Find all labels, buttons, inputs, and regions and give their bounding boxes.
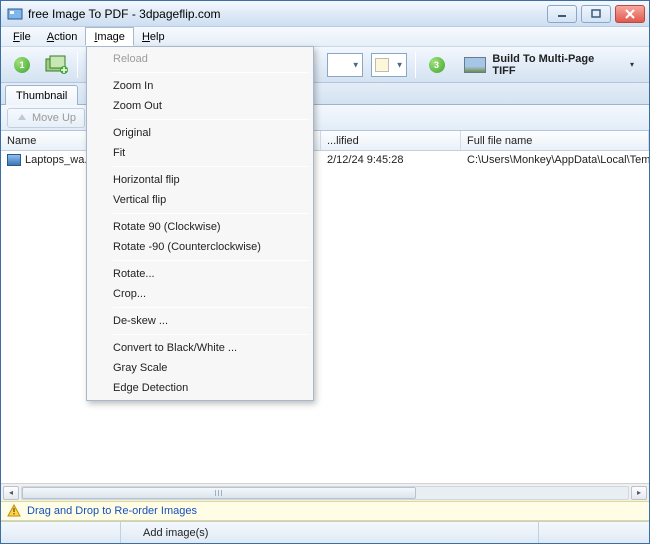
app-icon: [7, 6, 23, 22]
add-image-button[interactable]: [43, 52, 69, 78]
menu-separator: [113, 72, 309, 73]
menu-edge[interactable]: Edge Detection: [89, 378, 311, 398]
color-combo[interactable]: ▼: [371, 53, 407, 77]
menu-hflip[interactable]: Horizontal flip: [89, 170, 311, 190]
window-buttons: [547, 5, 645, 23]
menu-reload: Reload: [89, 49, 311, 69]
scroll-track[interactable]: [21, 486, 629, 500]
menu-original[interactable]: Original: [89, 123, 311, 143]
menu-deskew[interactable]: De-skew ...: [89, 311, 311, 331]
menu-bw[interactable]: Convert to Black/White ...: [89, 338, 311, 358]
tab-thumbnail[interactable]: Thumbnail: [5, 85, 78, 105]
chevron-down-icon: ▼: [352, 60, 360, 69]
step3-button[interactable]: 3: [424, 52, 450, 78]
hint-text: Drag and Drop to Re-order Images: [27, 505, 197, 517]
maximize-button[interactable]: [581, 5, 611, 23]
chevron-down-icon: ▾: [630, 60, 634, 69]
menu-gray[interactable]: Gray Scale: [89, 358, 311, 378]
move-up-label: Move Up: [32, 112, 76, 124]
menu-separator: [113, 166, 309, 167]
arrow-up-icon: [16, 112, 28, 124]
menu-zoom-in[interactable]: Zoom In: [89, 76, 311, 96]
build-label: Build To Multi-Page TIFF: [492, 53, 620, 77]
cell-modified: 2/12/24 9:45:28: [321, 151, 461, 168]
menu-help[interactable]: Help: [134, 27, 173, 46]
move-up-button[interactable]: Move Up: [7, 108, 85, 128]
col-modified[interactable]: ...lified: [321, 131, 461, 150]
menu-zoom-out[interactable]: Zoom Out: [89, 96, 311, 116]
toolbar-separator: [77, 52, 78, 78]
menu-file[interactable]: File: [5, 27, 39, 46]
menu-vflip[interactable]: Vertical flip: [89, 190, 311, 210]
close-button[interactable]: [615, 5, 645, 23]
status-bar: Add image(s): [1, 521, 649, 543]
hint-bar: Drag and Drop to Re-order Images: [1, 501, 649, 521]
menu-separator: [113, 213, 309, 214]
color-swatch-icon: [375, 58, 389, 72]
badge-1-icon: 1: [14, 57, 30, 73]
picture-icon: [464, 57, 486, 73]
menu-separator: [113, 334, 309, 335]
warning-icon: [7, 505, 21, 517]
step1-button[interactable]: 1: [9, 52, 35, 78]
menubar: File Action Image Help: [1, 27, 649, 47]
title-text: free Image To PDF - 3dpageflip.com: [28, 7, 547, 21]
menu-separator: [113, 119, 309, 120]
menu-rotate[interactable]: Rotate...: [89, 264, 311, 284]
scroll-thumb[interactable]: [22, 487, 416, 499]
combo-1[interactable]: ▼: [327, 53, 363, 77]
horizontal-scrollbar[interactable]: ◂ ▸: [1, 483, 649, 501]
add-image-icon: [44, 54, 68, 76]
chevron-down-icon: ▼: [396, 60, 404, 69]
image-menu-dropdown: Reload Zoom In Zoom Out Original Fit Hor…: [86, 46, 314, 401]
cell-name: Laptops_wa...: [25, 154, 94, 166]
titlebar: free Image To PDF - 3dpageflip.com: [1, 1, 649, 27]
menu-separator: [113, 307, 309, 308]
cell-fullname: C:\Users\Monkey\AppData\Local\Temp: [461, 151, 649, 168]
menu-rot90ccw[interactable]: Rotate -90 (Counterclockwise): [89, 237, 311, 257]
scroll-left-button[interactable]: ◂: [3, 486, 19, 500]
menu-fit[interactable]: Fit: [89, 143, 311, 163]
image-file-icon: [7, 154, 21, 166]
status-add-images: Add image(s): [121, 522, 539, 543]
toolbar-separator: [415, 52, 416, 78]
menu-separator: [113, 260, 309, 261]
scroll-right-button[interactable]: ▸: [631, 486, 647, 500]
status-cell-left: [1, 522, 121, 543]
menu-image[interactable]: Image: [85, 27, 134, 46]
build-button[interactable]: Build To Multi-Page TIFF ▾: [457, 49, 641, 81]
app-window: free Image To PDF - 3dpageflip.com File …: [0, 0, 650, 544]
col-fullname[interactable]: Full file name: [461, 131, 649, 150]
menu-rot90cw[interactable]: Rotate 90 (Clockwise): [89, 217, 311, 237]
badge-3-icon: 3: [429, 57, 445, 73]
minimize-button[interactable]: [547, 5, 577, 23]
menu-action[interactable]: Action: [39, 27, 86, 46]
status-cell-right: [539, 522, 649, 543]
menu-crop[interactable]: Crop...: [89, 284, 311, 304]
